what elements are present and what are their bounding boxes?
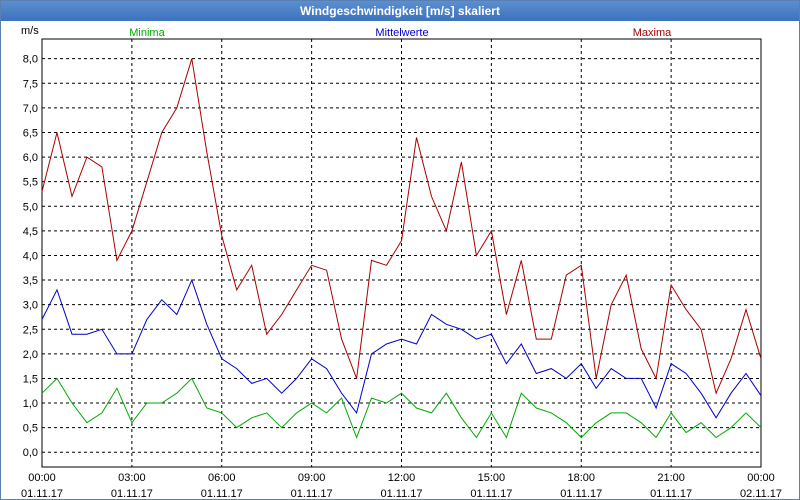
x-tick-time: 15:00 (478, 472, 506, 484)
y-tick-label: 7,0 (23, 103, 38, 115)
x-tick-time: 03:00 (118, 472, 146, 484)
x-tick-date: 01.11.17 (650, 488, 692, 499)
y-tick-label: 4,0 (23, 250, 38, 262)
y-tick-label: 3,0 (23, 300, 38, 312)
x-tick-time: 00:00 (28, 472, 56, 484)
x-tick-time: 21:00 (657, 472, 685, 484)
y-tick-label: 1,0 (23, 398, 38, 410)
x-tick-date: 01.11.17 (380, 488, 422, 499)
x-tick-time: 00:00 (747, 472, 775, 484)
y-tick-label: 0,5 (23, 423, 38, 435)
y-tick-label: 4,5 (23, 226, 38, 238)
y-tick-label: 1,5 (23, 373, 38, 385)
y-tick-label: 0,0 (23, 447, 38, 459)
x-tick-date: 02.11.17 (740, 488, 782, 499)
y-tick-label: 6,0 (23, 152, 38, 164)
x-tick-time: 09:00 (298, 472, 326, 484)
y-axis-label: m/s (21, 25, 39, 37)
legend-mittelwerte: Mittelwerte (375, 27, 428, 39)
x-tick-time: 12:00 (388, 472, 416, 484)
y-tick-label: 5,0 (23, 201, 38, 213)
y-tick-label: 8,0 (23, 54, 38, 66)
x-tick-date: 01.11.17 (21, 488, 63, 499)
x-tick-date: 01.11.17 (111, 488, 153, 499)
y-tick-label: 2,0 (23, 349, 38, 361)
chart-window: Windgeschwindigkeit [m/s] skaliert 0,0 0,… (0, 0, 800, 500)
y-tick-label: 7,5 (23, 78, 38, 90)
y-tick-label: 2,5 (23, 324, 38, 336)
y-tick-label: 5,5 (23, 177, 38, 189)
x-tick-date: 01.11.17 (291, 488, 333, 499)
x-tick-date: 01.11.17 (201, 488, 243, 499)
y-tick-label: 6,5 (23, 127, 38, 139)
x-tick-time: 18:00 (567, 472, 595, 484)
y-tick-label: 3,5 (23, 275, 38, 287)
x-tick-date: 01.11.17 (560, 488, 602, 499)
x-tick-time: 06:00 (208, 472, 236, 484)
legend-maxima: Maxima (633, 27, 672, 39)
legend-minima: Minima (129, 27, 165, 39)
chart-canvas: 0,0 0,5 1,0 1,5 2,0 2,5 3,0 3,5 4,0 4,5 5,0 5,5 6,0 6… (21, 25, 782, 499)
window-title: Windgeschwindigkeit [m/s] skaliert (1, 1, 799, 21)
x-tick-date: 01.11.17 (470, 488, 512, 499)
